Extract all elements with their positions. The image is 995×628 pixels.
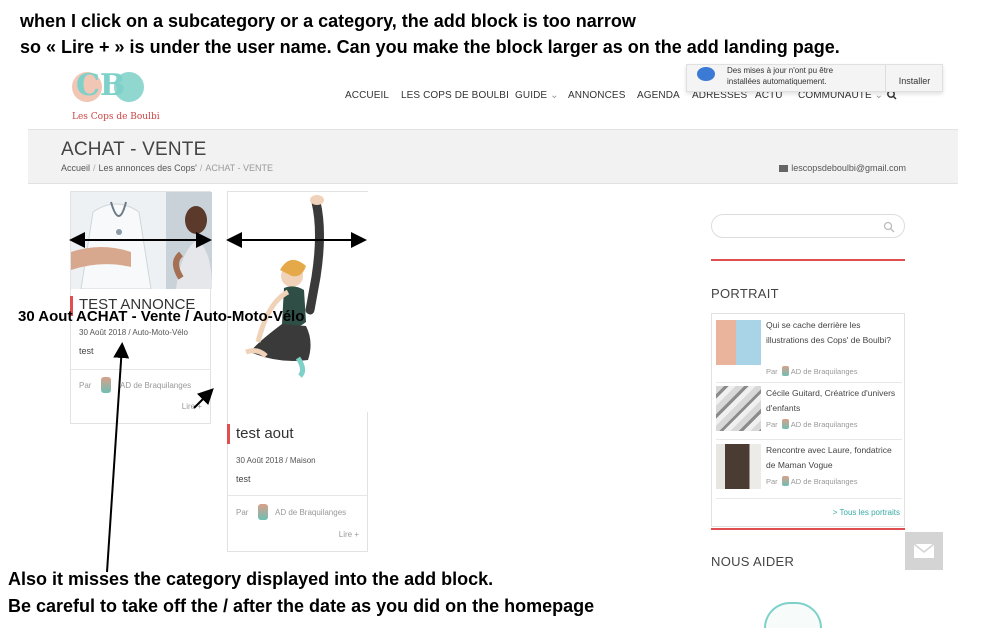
- annotation-bottom-line2: Be careful to take off the / after the d…: [8, 596, 595, 616]
- pointer-arrow: [106, 342, 130, 573]
- annotation-bottom-line1: Also it misses the category displayed in…: [8, 569, 494, 589]
- annotation-middle: 30 Aout ACHAT - Vente / Auto-Moto-Vélo: [18, 308, 305, 325]
- pointer-arrow: [193, 388, 214, 409]
